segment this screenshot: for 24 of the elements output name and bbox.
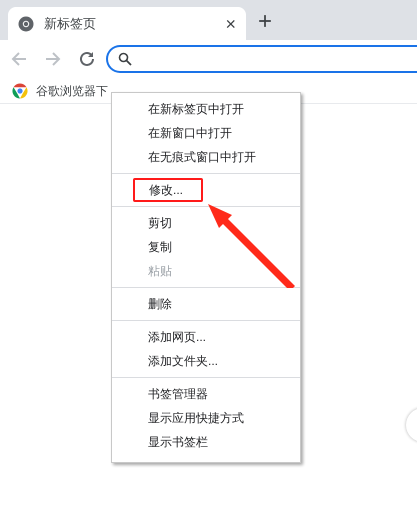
- browser-tab[interactable]: 新标签页 ×: [8, 7, 246, 40]
- menu-item[interactable]: 修改...: [133, 178, 203, 202]
- address-field[interactable]: [106, 45, 417, 73]
- menu-item[interactable]: 删除: [116, 292, 296, 316]
- menu-item[interactable]: 剪切: [116, 211, 296, 235]
- bookmark-item[interactable]: 谷歌浏览器下: [12, 82, 108, 100]
- menu-item[interactable]: 添加网页...: [116, 325, 296, 349]
- forward-icon[interactable]: [44, 50, 62, 68]
- reload-icon[interactable]: [78, 50, 96, 68]
- menu-item[interactable]: 复制: [116, 235, 296, 259]
- menu-item[interactable]: 在新窗口中打开: [116, 121, 296, 145]
- menu-item[interactable]: 显示书签栏: [116, 430, 296, 454]
- chrome-icon: [18, 16, 34, 32]
- menu-item[interactable]: 显示应用快捷方式: [116, 406, 296, 430]
- menu-item[interactable]: 在新标签页中打开: [116, 97, 296, 121]
- back-icon[interactable]: [10, 50, 28, 68]
- chrome-icon: [12, 82, 28, 98]
- menu-item[interactable]: 添加文件夹...: [116, 349, 296, 373]
- menu-item[interactable]: 书签管理器: [116, 382, 296, 406]
- close-tab-button[interactable]: ×: [225, 14, 236, 32]
- tab-title: 新标签页: [44, 14, 97, 33]
- menu-item[interactable]: 在无痕式窗口中打开: [116, 145, 296, 169]
- new-tab-button[interactable]: +: [258, 10, 272, 34]
- search-icon: [118, 52, 132, 66]
